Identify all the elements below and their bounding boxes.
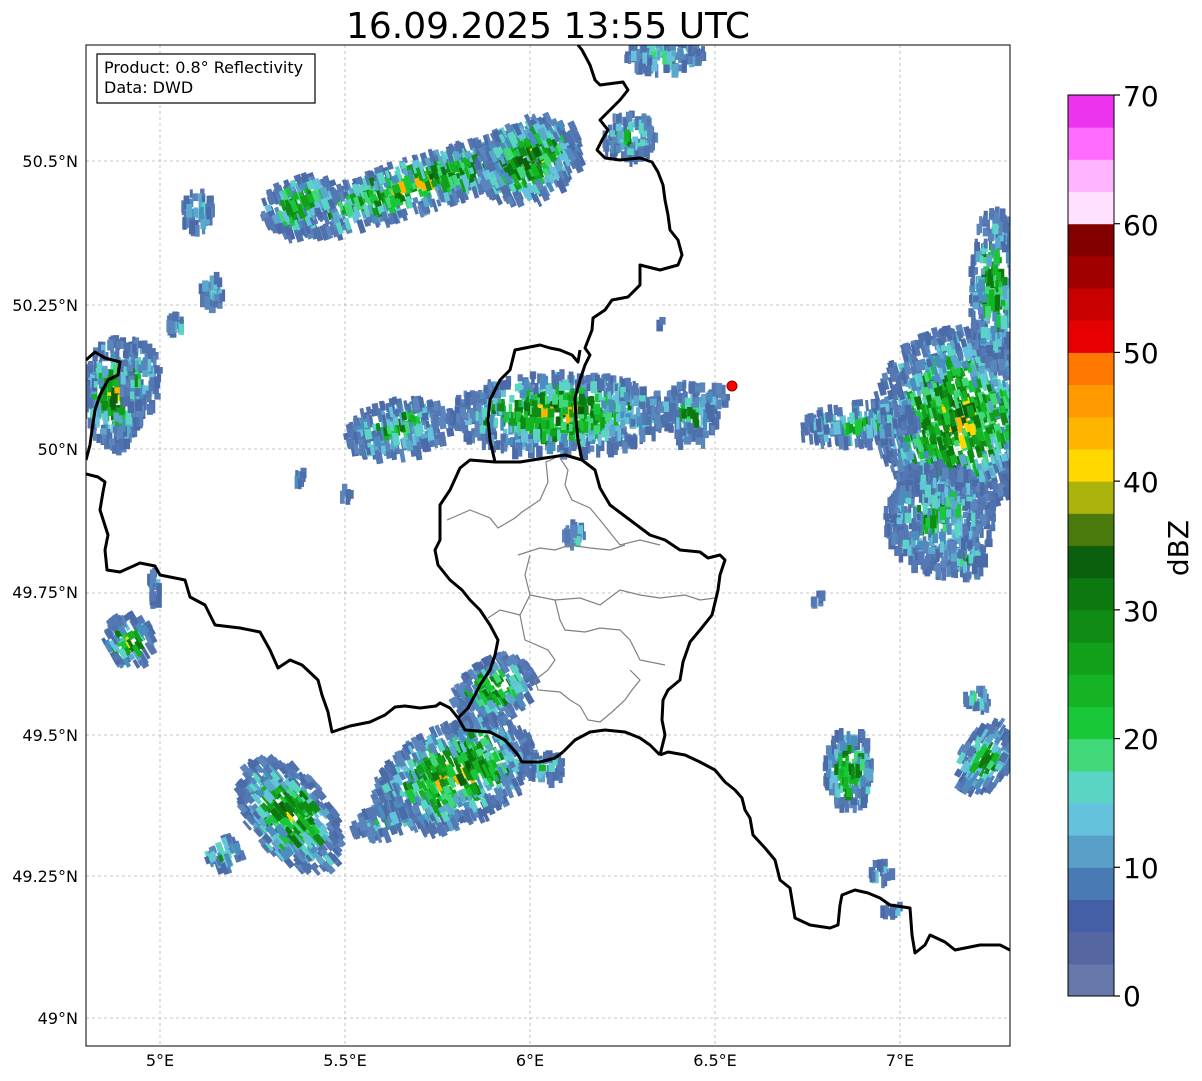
colorbar-segment bbox=[1068, 802, 1114, 836]
colorbar-segment bbox=[1068, 352, 1114, 386]
colorbar-tick-label: 30 bbox=[1123, 595, 1159, 628]
lat-tick-label: 49.25°N bbox=[12, 867, 78, 886]
colorbar-segment bbox=[1068, 738, 1114, 772]
colorbar-segment bbox=[1068, 706, 1114, 740]
colorbar-tick-label: 10 bbox=[1123, 852, 1159, 885]
lat-tick-label: 49°N bbox=[38, 1009, 78, 1028]
lon-tick-label: 5°E bbox=[146, 1051, 174, 1070]
map-title: 16.09.2025 13:55 UTC bbox=[346, 6, 750, 47]
colorbar-segment bbox=[1068, 384, 1114, 418]
colorbar-segment bbox=[1068, 191, 1114, 225]
colorbar-segment bbox=[1068, 931, 1114, 965]
colorbar-segment bbox=[1068, 835, 1114, 868]
colorbar-unit-label: dBZ bbox=[1162, 520, 1195, 576]
colorbar-segment bbox=[1068, 223, 1114, 257]
colorbar-segment bbox=[1068, 416, 1114, 450]
colorbar-segment bbox=[1068, 674, 1114, 707]
colorbar-tick-label: 0 bbox=[1123, 980, 1141, 1013]
colorbar-segment bbox=[1068, 255, 1114, 289]
colorbar-segment bbox=[1068, 159, 1114, 193]
colorbar-segment bbox=[1068, 288, 1114, 321]
lat-tick-label: 50°N bbox=[38, 440, 78, 459]
latitude-labels: 50.5°N 50.25°N 50°N 49.75°N 49.5°N 49.25… bbox=[12, 152, 78, 1028]
info-data-source-label: Data: DWD bbox=[104, 78, 193, 97]
colorbar: 0 10 20 30 40 50 60 70 dBZ bbox=[1067, 80, 1195, 1013]
colorbar-tick-label: 50 bbox=[1123, 337, 1159, 370]
colorbar-tick-label: 40 bbox=[1123, 466, 1159, 499]
colorbar-segment bbox=[1068, 481, 1114, 514]
colorbar-tick-label: 20 bbox=[1123, 723, 1159, 756]
radar-site-marker[interactable] bbox=[726, 380, 738, 392]
colorbar-tick-label: 60 bbox=[1123, 209, 1159, 242]
colorbar-segment bbox=[1068, 95, 1114, 128]
colorbar-segment bbox=[1068, 513, 1114, 546]
colorbar-segment bbox=[1068, 577, 1114, 611]
lat-tick-label: 50.5°N bbox=[22, 152, 78, 171]
colorbar-segment bbox=[1068, 963, 1114, 997]
info-product-label: Product: 0.8° Reflectivity bbox=[104, 58, 303, 77]
lat-tick-label: 49.5°N bbox=[22, 726, 78, 745]
radar-map-figure: 16.09.2025 13:55 UTC Product: 0.8° Refle… bbox=[12, 6, 1195, 1070]
lat-tick-label: 49.75°N bbox=[12, 583, 78, 602]
info-box: Product: 0.8° Reflectivity Data: DWD bbox=[96, 53, 316, 104]
lon-tick-label: 7°E bbox=[886, 1051, 914, 1070]
colorbar-segment bbox=[1068, 770, 1114, 804]
colorbar-segment bbox=[1068, 545, 1114, 579]
colorbar-tick-label: 70 bbox=[1123, 80, 1159, 113]
colorbar-segment bbox=[1068, 320, 1114, 353]
colorbar-tick-labels: 0 10 20 30 40 50 60 70 bbox=[1123, 80, 1159, 1013]
lon-tick-label: 5.5°E bbox=[323, 1051, 367, 1070]
lon-tick-label: 6.5°E bbox=[693, 1051, 737, 1070]
longitude-labels: 5°E 5.5°E 6°E 6.5°E 7°E bbox=[146, 1051, 914, 1070]
colorbar-segment bbox=[1068, 642, 1114, 675]
colorbar-segment bbox=[1068, 899, 1114, 933]
colorbar-segment bbox=[1068, 448, 1114, 482]
colorbar-segment bbox=[1068, 867, 1114, 900]
colorbar-segment bbox=[1068, 127, 1114, 160]
lat-tick-label: 50.25°N bbox=[12, 296, 78, 315]
lon-tick-label: 6°E bbox=[516, 1051, 544, 1070]
colorbar-segment bbox=[1068, 609, 1114, 643]
